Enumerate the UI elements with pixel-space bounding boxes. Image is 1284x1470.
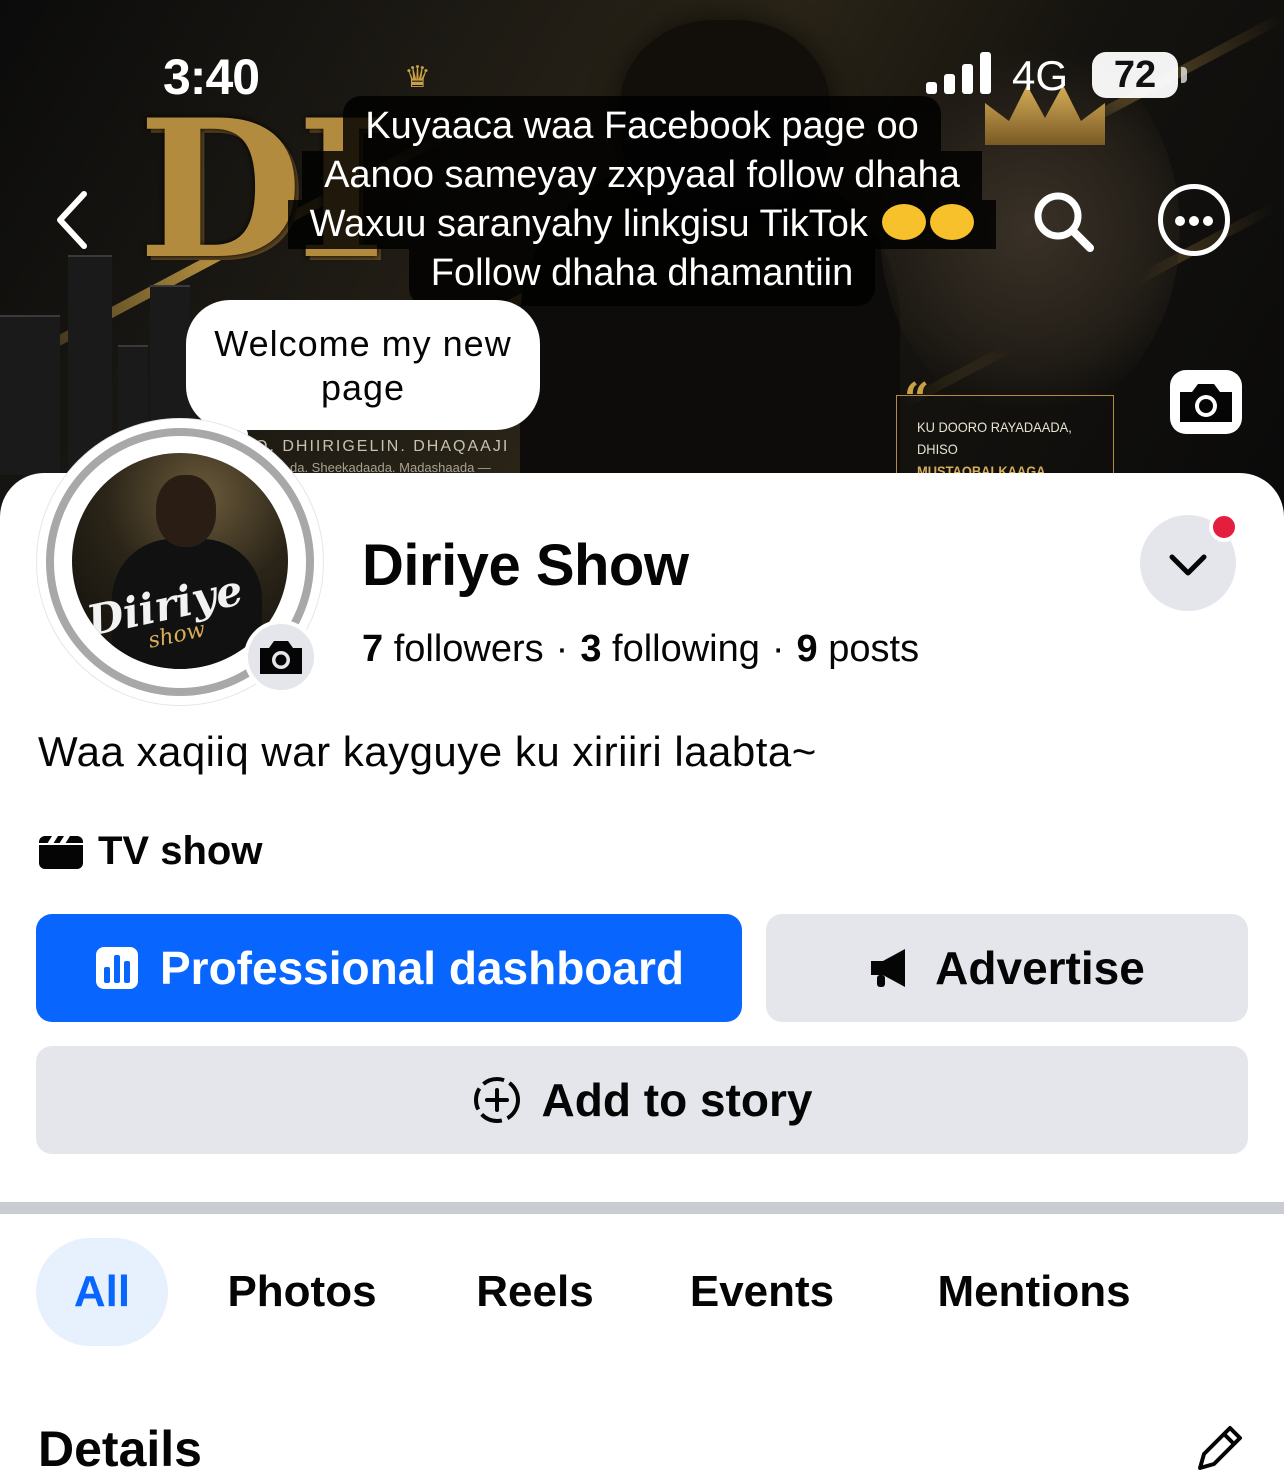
posts-link[interactable]: 9 posts <box>797 628 920 670</box>
page-category: TV show <box>38 828 262 874</box>
add-to-story-button[interactable]: Add to story <box>36 1046 1248 1154</box>
signal-icon <box>926 52 992 94</box>
caption-line-4: Follow dhaha dhamantiin <box>408 249 876 306</box>
video-caption-overlay: Kuyaaca waa Facebook page oo Aanoo samey… <box>0 96 1284 306</box>
pointing-emoji-icon <box>930 204 975 240</box>
details-heading: Details <box>38 1421 202 1470</box>
following-count: 3 <box>580 628 602 670</box>
crown-icon: ♛ <box>404 61 431 94</box>
tab-mentions[interactable]: Mentions <box>916 1238 1152 1346</box>
posts-label: posts <box>828 628 920 670</box>
camera-icon <box>260 641 302 674</box>
following-link[interactable]: 3 following <box>580 628 760 670</box>
tab-all[interactable]: All <box>36 1238 168 1346</box>
clapperboard-icon <box>39 836 83 869</box>
cover-building <box>0 315 60 475</box>
profile-bio: Waa xaqiiq war kayguye ku xiriiri laabta… <box>38 728 817 775</box>
caption-line-2: Aanoo sameyay zxpyaal follow dhaha <box>302 151 982 200</box>
battery-indicator: 72 <box>1092 52 1178 98</box>
profile-tabs: All Photos Reels Events Mentions <box>36 1238 1248 1346</box>
followers-link[interactable]: 7 followers <box>362 628 544 670</box>
advertise-button[interactable]: Advertise <box>766 914 1248 1022</box>
pencil-icon[interactable] <box>1192 1420 1248 1470</box>
professional-dashboard-button[interactable]: Professional dashboard <box>36 914 742 1022</box>
caption-line-3: Waxuu saranyahy linkgisu TikTok <box>287 200 997 249</box>
section-divider <box>0 1202 1284 1214</box>
cover-quote-line-1: KU DOORO RAYADAADA, <box>917 419 1072 435</box>
note-line-1: Welcome my new <box>214 323 512 364</box>
avatar-camera-button[interactable] <box>244 620 318 694</box>
camera-icon <box>1180 384 1232 422</box>
tab-photos[interactable]: Photos <box>216 1238 388 1346</box>
page-title: Diriye Show <box>362 533 689 598</box>
followers-label: followers <box>393 628 544 670</box>
add-circle-icon <box>473 1077 520 1123</box>
category-label: TV show <box>98 828 263 873</box>
tab-events[interactable]: Events <box>676 1238 848 1346</box>
cover-quote-prefix: DHISO <box>917 441 958 457</box>
note-line-2: page <box>320 367 406 408</box>
avatar-person-head <box>156 475 216 547</box>
following-label: following <box>612 628 760 670</box>
notification-dot <box>1209 512 1239 542</box>
caption-line-3-text: Waxuu saranyahy linkgisu TikTok <box>309 203 868 245</box>
advertise-label: Advertise <box>935 942 1145 994</box>
pointing-emoji-icon <box>882 204 927 240</box>
stats-separator: · <box>555 628 569 670</box>
network-type: 4G <box>1012 52 1069 99</box>
professional-dashboard-label: Professional dashboard <box>159 942 684 994</box>
followers-count: 7 <box>362 628 384 670</box>
bar-chart-icon <box>95 947 138 989</box>
tab-reels[interactable]: Reels <box>456 1238 614 1346</box>
caption-line-1: Kuyaaca waa Facebook page oo <box>343 96 941 151</box>
note-bubble[interactable]: Welcome my new page <box>186 300 540 430</box>
posts-count: 9 <box>796 628 818 670</box>
add-to-story-label: Add to story <box>541 1074 813 1126</box>
cover-strip-text: O. DHIIRIGELIN. DHAQAAJI <box>255 438 510 455</box>
megaphone-icon <box>871 949 906 987</box>
profile-stats: 7 followers · 3 following · 9 posts <box>362 628 919 671</box>
cover-quote-box: KU DOORO RAYADAADA, DHISO MUSTAQBALKAAGA… <box>896 395 1114 479</box>
stats-separator: · <box>771 628 785 670</box>
battery-tip <box>1181 67 1187 83</box>
cover-camera-button[interactable] <box>1170 370 1242 434</box>
